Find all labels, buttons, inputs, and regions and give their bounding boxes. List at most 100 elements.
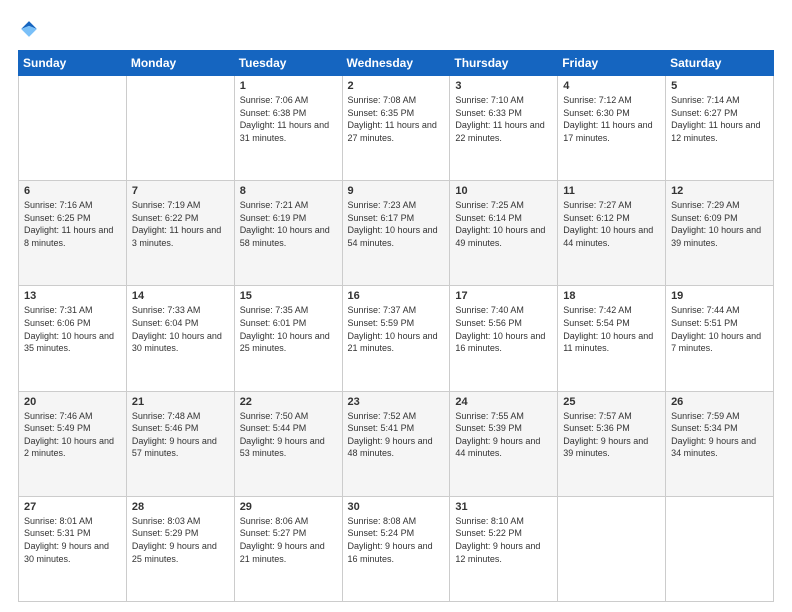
day-number: 1 [240, 80, 337, 92]
calendar-day-cell: 22Sunrise: 7:50 AM Sunset: 5:44 PM Dayli… [234, 391, 342, 496]
day-info: Sunrise: 7:50 AM Sunset: 5:44 PM Dayligh… [240, 410, 337, 460]
day-info: Sunrise: 7:37 AM Sunset: 5:59 PM Dayligh… [348, 304, 445, 354]
day-number: 7 [132, 185, 229, 197]
calendar-day-cell: 15 Sunrise: 7:35 AM Sunset: 6:01 PM Dayli… [234, 286, 342, 391]
day-number: 26 [671, 396, 768, 408]
day-number: 29 [240, 501, 337, 513]
calendar-day-cell: 26Sunrise: 7:59 AM Sunset: 5:34 PM Dayli… [666, 391, 774, 496]
day-info: Sunrise: 7:48 AM Sunset: 5:46 PM Dayligh… [132, 410, 229, 460]
day-info: Sunrise: 8:01 AM Sunset: 5:31 PM Dayligh… [24, 515, 121, 565]
day-info: Sunrise: 7:57 AM Sunset: 5:36 PM Dayligh… [563, 410, 660, 460]
calendar-week-row: 6 Sunrise: 7:16 AM Sunset: 6:25 PM Daylig… [19, 181, 774, 286]
calendar-day-cell: 4Sunrise: 7:12 AM Sunset: 6:30 PM Daylig… [558, 76, 666, 181]
day-number: 8 [240, 185, 337, 197]
calendar-day-cell [19, 76, 127, 181]
weekday-header: Tuesday [234, 51, 342, 76]
day-info: Sunrise: 7:46 AM Sunset: 5:49 PM Dayligh… [24, 410, 121, 460]
day-number: 25 [563, 396, 660, 408]
day-number: 19 [671, 290, 768, 302]
day-info: Sunrise: 8:03 AM Sunset: 5:29 PM Dayligh… [132, 515, 229, 565]
calendar-table: SundayMondayTuesdayWednesdayThursdayFrid… [18, 50, 774, 602]
calendar-day-cell: 3 Sunrise: 7:10 AM Sunset: 6:33 PM Daylig… [450, 76, 558, 181]
weekday-header: Wednesday [342, 51, 450, 76]
calendar-week-row: 1Sunrise: 7:06 AM Sunset: 6:38 PM Daylig… [19, 76, 774, 181]
day-info: Sunrise: 7:14 AM Sunset: 6:27 PM Dayligh… [671, 94, 768, 144]
day-number: 11 [563, 185, 660, 197]
day-info: Sunrise: 8:06 AM Sunset: 5:27 PM Dayligh… [240, 515, 337, 565]
calendar-day-cell: 2 Sunrise: 7:08 AM Sunset: 6:35 PM Daylig… [342, 76, 450, 181]
calendar-day-cell: 20 Sunrise: 7:46 AM Sunset: 5:49 PM Dayli… [19, 391, 127, 496]
day-info: Sunrise: 7:23 AM Sunset: 6:17 PM Dayligh… [348, 199, 445, 249]
day-number: 24 [455, 396, 552, 408]
calendar-day-cell: 12 Sunrise: 7:29 AM Sunset: 6:09 PM Dayli… [666, 181, 774, 286]
day-number: 28 [132, 501, 229, 513]
day-info: Sunrise: 7:19 AM Sunset: 6:22 PM Dayligh… [132, 199, 229, 249]
day-info: Sunrise: 7:29 AM Sunset: 6:09 PM Dayligh… [671, 199, 768, 249]
day-number: 6 [24, 185, 121, 197]
calendar-day-cell: 11Sunrise: 7:27 AM Sunset: 6:12 PM Dayli… [558, 181, 666, 286]
calendar-week-row: 20 Sunrise: 7:46 AM Sunset: 5:49 PM Dayli… [19, 391, 774, 496]
logo [18, 18, 42, 40]
day-number: 13 [24, 290, 121, 302]
calendar-day-cell: 19 Sunrise: 7:44 AM Sunset: 5:51 PM Dayli… [666, 286, 774, 391]
day-info: Sunrise: 7:08 AM Sunset: 6:35 PM Dayligh… [348, 94, 445, 144]
calendar-day-cell: 18Sunrise: 7:42 AM Sunset: 5:54 PM Dayli… [558, 286, 666, 391]
calendar-week-row: 13 Sunrise: 7:31 AM Sunset: 6:06 PM Dayli… [19, 286, 774, 391]
day-number: 18 [563, 290, 660, 302]
day-number: 15 [240, 290, 337, 302]
day-number: 12 [671, 185, 768, 197]
day-number: 5 [671, 80, 768, 92]
day-number: 27 [24, 501, 121, 513]
calendar-day-cell: 28 Sunrise: 8:03 AM Sunset: 5:29 PM Dayli… [126, 496, 234, 601]
day-number: 20 [24, 396, 121, 408]
day-number: 21 [132, 396, 229, 408]
calendar-day-cell [126, 76, 234, 181]
day-info: Sunrise: 7:21 AM Sunset: 6:19 PM Dayligh… [240, 199, 337, 249]
day-number: 4 [563, 80, 660, 92]
day-info: Sunrise: 7:40 AM Sunset: 5:56 PM Dayligh… [455, 304, 552, 354]
calendar-day-cell: 21 Sunrise: 7:48 AM Sunset: 5:46 PM Dayli… [126, 391, 234, 496]
calendar-day-cell [558, 496, 666, 601]
calendar-day-cell: 16 Sunrise: 7:37 AM Sunset: 5:59 PM Dayli… [342, 286, 450, 391]
calendar-day-cell: 6 Sunrise: 7:16 AM Sunset: 6:25 PM Daylig… [19, 181, 127, 286]
day-number: 30 [348, 501, 445, 513]
calendar-day-cell: 30Sunrise: 8:08 AM Sunset: 5:24 PM Dayli… [342, 496, 450, 601]
day-number: 3 [455, 80, 552, 92]
day-info: Sunrise: 7:35 AM Sunset: 6:01 PM Dayligh… [240, 304, 337, 354]
weekday-header: Thursday [450, 51, 558, 76]
day-number: 23 [348, 396, 445, 408]
day-number: 9 [348, 185, 445, 197]
calendar-week-row: 27 Sunrise: 8:01 AM Sunset: 5:31 PM Dayli… [19, 496, 774, 601]
day-info: Sunrise: 7:33 AM Sunset: 6:04 PM Dayligh… [132, 304, 229, 354]
header [18, 18, 774, 40]
calendar-day-cell: 24 Sunrise: 7:55 AM Sunset: 5:39 PM Dayli… [450, 391, 558, 496]
calendar-day-cell: 8 Sunrise: 7:21 AM Sunset: 6:19 PM Daylig… [234, 181, 342, 286]
calendar-day-cell: 17 Sunrise: 7:40 AM Sunset: 5:56 PM Dayli… [450, 286, 558, 391]
calendar-day-cell: 27 Sunrise: 8:01 AM Sunset: 5:31 PM Dayli… [19, 496, 127, 601]
calendar-day-cell: 14 Sunrise: 7:33 AM Sunset: 6:04 PM Dayli… [126, 286, 234, 391]
calendar-day-cell: 5 Sunrise: 7:14 AM Sunset: 6:27 PM Daylig… [666, 76, 774, 181]
day-info: Sunrise: 7:25 AM Sunset: 6:14 PM Dayligh… [455, 199, 552, 249]
day-info: Sunrise: 7:44 AM Sunset: 5:51 PM Dayligh… [671, 304, 768, 354]
day-number: 2 [348, 80, 445, 92]
calendar-day-cell: 13 Sunrise: 7:31 AM Sunset: 6:06 PM Dayli… [19, 286, 127, 391]
day-number: 16 [348, 290, 445, 302]
calendar-day-cell: 29 Sunrise: 8:06 AM Sunset: 5:27 PM Dayli… [234, 496, 342, 601]
calendar-day-cell: 9 Sunrise: 7:23 AM Sunset: 6:17 PM Daylig… [342, 181, 450, 286]
calendar-day-cell: 25 Sunrise: 7:57 AM Sunset: 5:36 PM Dayli… [558, 391, 666, 496]
day-info: Sunrise: 7:31 AM Sunset: 6:06 PM Dayligh… [24, 304, 121, 354]
day-info: Sunrise: 8:10 AM Sunset: 5:22 PM Dayligh… [455, 515, 552, 565]
day-number: 17 [455, 290, 552, 302]
day-number: 14 [132, 290, 229, 302]
calendar-day-cell: 1Sunrise: 7:06 AM Sunset: 6:38 PM Daylig… [234, 76, 342, 181]
day-info: Sunrise: 7:16 AM Sunset: 6:25 PM Dayligh… [24, 199, 121, 249]
day-number: 10 [455, 185, 552, 197]
page: SundayMondayTuesdayWednesdayThursdayFrid… [0, 0, 792, 612]
day-number: 31 [455, 501, 552, 513]
day-info: Sunrise: 7:52 AM Sunset: 5:41 PM Dayligh… [348, 410, 445, 460]
weekday-header: Saturday [666, 51, 774, 76]
day-info: Sunrise: 7:55 AM Sunset: 5:39 PM Dayligh… [455, 410, 552, 460]
calendar-header-row: SundayMondayTuesdayWednesdayThursdayFrid… [19, 51, 774, 76]
weekday-header: Monday [126, 51, 234, 76]
day-info: Sunrise: 7:10 AM Sunset: 6:33 PM Dayligh… [455, 94, 552, 144]
